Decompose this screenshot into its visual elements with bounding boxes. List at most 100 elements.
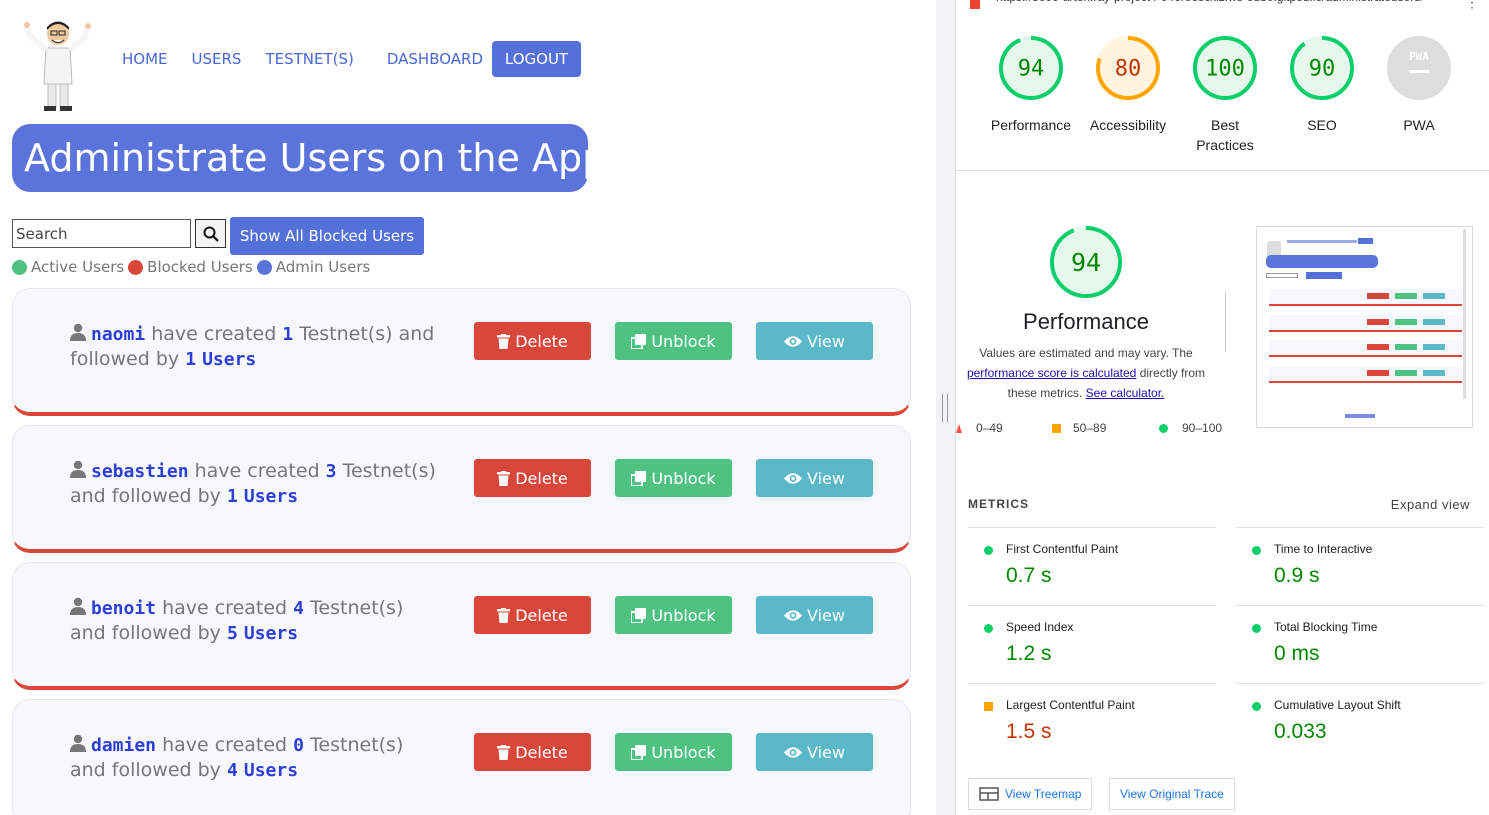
page-title: Administrate Users on the App <box>12 124 606 192</box>
username[interactable]: benoit <box>91 598 156 619</box>
expand-view-toggle[interactable]: Expand view <box>1391 497 1470 512</box>
view-button[interactable]: View <box>756 459 873 497</box>
summary-text: have created <box>151 323 277 345</box>
unblock-icon <box>631 333 647 349</box>
gauge-label: SEO <box>1307 117 1337 133</box>
view-button[interactable]: View <box>756 596 873 634</box>
username[interactable]: damien <box>91 735 156 756</box>
avatar-icon[interactable] <box>22 18 94 114</box>
trash-icon <box>497 333 511 349</box>
view-treemap-button[interactable]: View Treemap <box>968 778 1093 810</box>
delete-button[interactable]: Delete <box>474 322 591 360</box>
unblock-label: Unblock <box>651 468 716 488</box>
unblock-button[interactable]: Unblock <box>615 322 732 360</box>
gauge-score: 80 <box>1115 57 1142 82</box>
gauge-label: Accessibility <box>1089 117 1167 133</box>
view-label: View <box>807 468 845 488</box>
report-url[interactable]: https://8000-artonfray-project4-04ereesc… <box>956 0 1489 10</box>
user-icon <box>70 323 86 341</box>
user-card: sebastien have created 3 Testnet(s) and … <box>12 425 911 553</box>
user-summary: damien have created 0 Testnet(s) and fol… <box>70 733 440 783</box>
users-word: Users <box>202 349 257 370</box>
view-label: View <box>807 742 845 762</box>
performance-big-gauge: 94 <box>1050 226 1122 298</box>
gauge-best-practices[interactable]: 100 Best Practices <box>1180 35 1270 155</box>
view-button[interactable]: View <box>756 733 873 771</box>
metric-item: Speed Index 1.2 s <box>968 605 1216 683</box>
metric-value: 1.2 s <box>1006 642 1052 665</box>
score-calc-link[interactable]: performance score is calculated <box>967 366 1136 380</box>
metric-status-icon <box>984 624 993 633</box>
legend-active: Active Users <box>31 258 125 276</box>
metrics-heading: METRICS <box>968 497 1029 511</box>
username[interactable]: sebastien <box>91 461 189 482</box>
unblock-icon <box>631 744 647 760</box>
username[interactable]: naomi <box>91 324 145 345</box>
summary-text: have created <box>162 734 288 756</box>
trash-icon <box>497 607 511 623</box>
nav-users[interactable]: USERS <box>192 50 242 68</box>
divider-line <box>956 170 1489 171</box>
unblock-button[interactable]: Unblock <box>615 733 732 771</box>
search-input[interactable] <box>12 219 191 248</box>
metric-name: Time to Interactive <box>1274 542 1373 556</box>
testnet-count: 3 <box>325 461 337 482</box>
gauge-performance[interactable]: 94 Performance <box>986 35 1076 135</box>
metric-value: 0.033 <box>1274 720 1327 743</box>
gauge-seo[interactable]: 90 SEO <box>1277 35 1367 135</box>
admin-app: HOME USERS TESTNET(S) DASHBOARD LOGOUT A… <box>0 0 936 815</box>
user-card: damien have created 0 Testnet(s) and fol… <box>12 699 911 815</box>
see-calculator-link[interactable]: See calculator. <box>1086 386 1165 400</box>
view-button[interactable]: View <box>756 322 873 360</box>
gauge-accessibility[interactable]: 80 Accessibility <box>1083 35 1173 135</box>
blocked-dot-icon <box>128 259 144 275</box>
logout-button[interactable]: LOGOUT <box>492 41 581 77</box>
user-icon <box>70 734 86 752</box>
nav-dashboard[interactable]: DASHBOARD <box>387 50 483 68</box>
metric-item: First Contentful Paint 0.7 s <box>968 527 1216 605</box>
trash-icon <box>497 470 511 486</box>
search-button[interactable] <box>195 219 226 248</box>
eye-icon <box>784 746 803 758</box>
delete-button[interactable]: Delete <box>474 733 591 771</box>
gauge-label: Best Practices <box>1196 117 1254 153</box>
delete-label: Delete <box>515 742 568 762</box>
delete-button[interactable]: Delete <box>474 596 591 634</box>
metric-status-icon <box>1252 546 1261 555</box>
metric-value: 0 ms <box>1274 642 1320 665</box>
user-card: naomi have created 1 Testnet(s) and foll… <box>12 288 911 416</box>
show-blocked-users-button[interactable]: Show All Blocked Users <box>230 217 424 255</box>
nav-testnets[interactable]: TESTNET(S) <box>265 50 353 68</box>
score-gauge-svg: 94 <box>999 36 1063 100</box>
metric-status-icon <box>984 546 993 555</box>
users-word: Users <box>243 623 299 644</box>
desc-text: Values are estimated and may vary. The <box>979 346 1193 360</box>
score-gauge-svg: PWA <box>1387 36 1451 100</box>
gauge-score: PWA <box>1409 50 1429 63</box>
performance-summary: 94 Performance Values are estimated and … <box>966 225 1206 403</box>
performance-title: Performance <box>1023 309 1149 334</box>
metric-item: Total Blocking Time 0 ms <box>1236 605 1484 683</box>
metric-name: Total Blocking Time <box>1274 620 1378 634</box>
active-dot-icon <box>12 259 27 275</box>
range-label: 90–100 <box>1182 421 1223 435</box>
unblock-button[interactable]: Unblock <box>615 596 732 634</box>
nav-home[interactable]: HOME <box>122 50 168 68</box>
delete-button[interactable]: Delete <box>474 459 591 497</box>
gauge-track <box>1387 36 1451 100</box>
pwa-dash-icon <box>1409 70 1429 73</box>
metric-name: Largest Contentful Paint <box>1006 698 1135 712</box>
performance-description: Values are estimated and may vary. The p… <box>966 343 1206 403</box>
score-gauge-svg: 100 <box>1193 36 1257 100</box>
user-legend: Active Users Blocked Users Admin Users <box>12 258 374 276</box>
page-screenshot-thumbnail[interactable] <box>1256 226 1473 428</box>
summary-text: have created <box>162 597 288 619</box>
gauge-pwa[interactable]: PWA PWA <box>1374 35 1464 135</box>
gauge-score: 90 <box>1309 57 1336 82</box>
testnet-count: 1 <box>282 324 294 345</box>
user-card: benoit have created 4 Testnet(s) and fol… <box>12 562 911 690</box>
more-options-icon[interactable]: ⋮ <box>1465 0 1479 11</box>
unblock-button[interactable]: Unblock <box>615 459 732 497</box>
resize-handle[interactable] <box>942 394 948 422</box>
view-trace-button[interactable]: View Original Trace <box>1109 778 1235 810</box>
